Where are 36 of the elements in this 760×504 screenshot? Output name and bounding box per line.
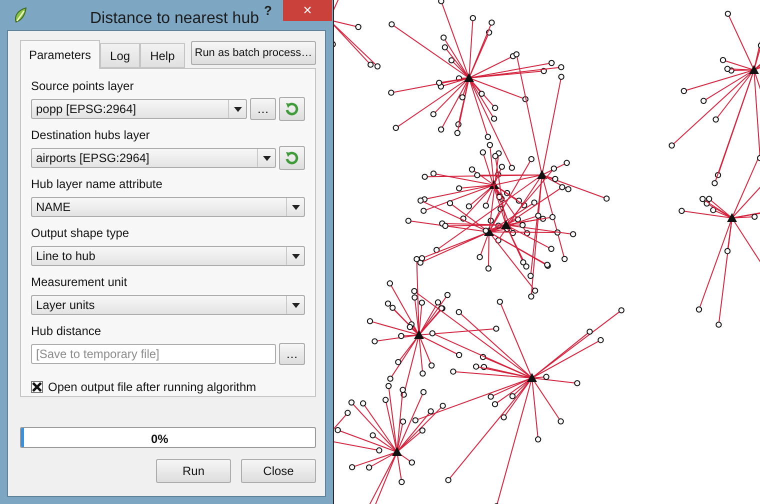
checkbox-label: Open output file after running algorithm (48, 379, 256, 396)
checkbox[interactable] (31, 381, 43, 393)
caret-icon (286, 198, 300, 216)
help-button[interactable]: ? (262, 1, 274, 20)
field-label: Output shape type (31, 225, 130, 241)
dropdown[interactable]: NAME (31, 197, 305, 217)
browse-button[interactable]: … (250, 98, 276, 120)
refresh-icon (284, 150, 300, 166)
dropdown[interactable]: Line to hub (31, 246, 305, 266)
browse-button[interactable]: … (279, 343, 305, 365)
dropdown[interactable]: airports [EPSG:2964] (31, 148, 276, 168)
output-file-field[interactable]: [Save to temporary file] (31, 344, 276, 364)
refresh-button[interactable] (279, 97, 305, 121)
caret-icon (257, 149, 271, 167)
tab[interactable]: Parameters (20, 40, 100, 69)
caret-icon (286, 296, 300, 314)
close-button[interactable]: × (283, 0, 332, 21)
close-dialog-button[interactable]: Close (241, 459, 316, 483)
tab[interactable]: Help (140, 43, 185, 68)
dropdown[interactable]: popp [EPSG:2964] (31, 99, 247, 119)
field-label: Hub layer name attribute (31, 176, 162, 192)
run-button[interactable]: Run (156, 459, 231, 483)
field-label: Destination hubs layer (31, 127, 150, 143)
refresh-button[interactable] (279, 146, 305, 170)
progress-text: 0% (151, 431, 168, 447)
caret-icon (228, 100, 242, 118)
field-label: Measurement unit (31, 274, 128, 290)
dropdown[interactable]: Layer units (31, 295, 305, 315)
leaf-icon (13, 7, 29, 24)
field-label: Hub distance (31, 323, 102, 339)
batch-process-button[interactable]: Run as batch process… (190, 41, 316, 65)
caret-icon (286, 247, 300, 265)
tab[interactable]: Log (100, 43, 140, 68)
window-title: Distance to nearest hub (90, 9, 259, 29)
refresh-icon (284, 101, 300, 117)
field-label: Source points layer (31, 78, 134, 94)
